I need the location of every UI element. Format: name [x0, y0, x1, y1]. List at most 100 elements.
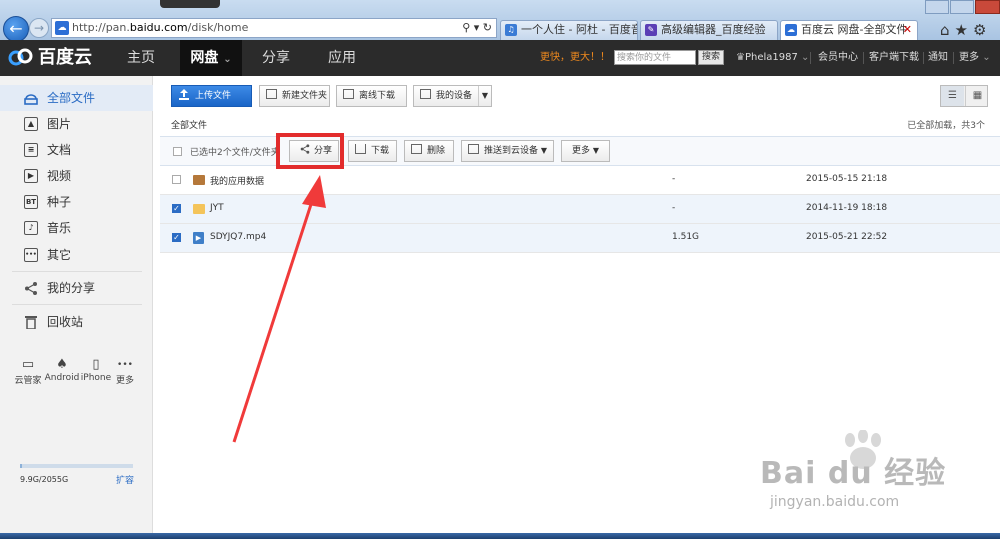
minimize-button[interactable]	[925, 0, 949, 14]
sidebar-item-label: 音乐	[47, 221, 72, 235]
sidebar-item-other[interactable]: ••• 其它	[0, 242, 153, 268]
offline-download-button[interactable]: 离线下载	[336, 85, 407, 107]
annotation-arrow	[232, 175, 326, 443]
torrent-icon: BT	[24, 195, 38, 209]
document-icon: ≡	[24, 143, 38, 157]
search-icon[interactable]: ⚲	[462, 21, 470, 34]
upload-label: 上传文件	[195, 91, 232, 101]
file-size: 1.51G	[672, 232, 700, 242]
breadcrumb[interactable]: 全部文件	[171, 118, 207, 131]
address-tools[interactable]: ⚲ ▾ ↻	[462, 21, 492, 34]
address-bar[interactable]: ☁ http://pan.baidu.com/disk/home ⚲ ▾ ↻	[51, 18, 497, 38]
sidebar-item-label: 我的分享	[47, 281, 96, 295]
android-icon: ♠	[56, 357, 68, 372]
experience-icon: ✎	[645, 24, 657, 36]
more-actions-button[interactable]: 更多 ▼	[561, 140, 610, 162]
member-center-link[interactable]: 会员中心	[818, 40, 858, 76]
delete-button[interactable]: 删除	[404, 140, 454, 162]
music-icon: ♫	[505, 24, 517, 36]
browser-tab-baidu-cloud[interactable]: ☁ 百度云 网盘-全部文件 ✕	[780, 20, 918, 40]
device-more[interactable]: ••• 更多	[107, 356, 143, 386]
browser-tab-experience[interactable]: ✎ 高级编辑器_百度经验	[640, 20, 778, 40]
file-search-input[interactable]: 搜索你的文件	[614, 50, 696, 65]
sidebar-item-label: 种子	[47, 195, 72, 209]
quota-text: 9.9G/2055G	[20, 475, 69, 484]
notifications-link[interactable]: 通知	[928, 40, 948, 76]
chevron-down-icon: ⌄	[801, 52, 810, 63]
music-note-icon: ♪	[24, 221, 38, 235]
home-icon[interactable]: ⌂	[940, 21, 955, 39]
sidebar-item-label: 全部文件	[47, 91, 96, 105]
caret-down-icon[interactable]: ▼	[478, 86, 491, 106]
push-device-icon	[468, 144, 479, 154]
loaded-status: 已全部加载，共3个	[907, 121, 985, 131]
settings-gear-icon[interactable]: ⚙	[973, 21, 991, 39]
push-to-device-button[interactable]: 推送到云设备 ▼	[461, 140, 554, 162]
sidebar-item-label: 其它	[47, 248, 72, 262]
new-folder-icon	[266, 89, 277, 99]
row-checkbox[interactable]: ✓	[172, 204, 181, 213]
refresh-icon[interactable]: ↻	[483, 21, 492, 34]
view-toggle: ☰ ▦	[940, 85, 988, 107]
select-all-checkbox[interactable]	[173, 147, 182, 156]
back-button[interactable]: ←	[3, 16, 29, 42]
upload-button[interactable]: 上传文件	[171, 85, 252, 107]
sidebar-item-all-files[interactable]: 全部文件	[0, 85, 153, 111]
sidebar-item-music[interactable]: ♪ 音乐	[0, 215, 153, 241]
nav-netdisk-label: 网盘	[190, 50, 219, 66]
close-tab-icon[interactable]: ✕	[903, 21, 912, 39]
download-button[interactable]: 下载	[348, 140, 397, 162]
file-date: 2015-05-21 22:52	[806, 232, 888, 242]
device-cloud-manager[interactable]: ▭ 云管家	[10, 356, 46, 386]
browser-tab-music[interactable]: ♫ 一个人住 - 阿杜 - 百度音乐...	[500, 20, 638, 40]
nav-netdisk[interactable]: 网盘 ⌄	[180, 40, 242, 76]
my-devices-button[interactable]: 我的设备 ▼	[413, 85, 492, 107]
download-label: 下载	[371, 146, 390, 156]
more-label: 更多	[959, 52, 979, 63]
app-folder-icon	[193, 175, 205, 185]
more-dots-icon: •••	[117, 360, 133, 370]
divider	[923, 52, 924, 64]
upload-icon	[179, 89, 189, 100]
maximize-button[interactable]	[950, 0, 974, 14]
device-label: 更多	[115, 376, 134, 386]
taskbar	[0, 533, 1000, 539]
new-folder-button[interactable]: 新建文件夹	[259, 85, 330, 107]
address-url: http://pan.baidu.com/disk/home	[72, 21, 249, 34]
search-button[interactable]: 搜索	[698, 50, 724, 65]
sidebar-item-images[interactable]: ▲ 图片	[0, 111, 153, 137]
nav-home[interactable]: 主页	[115, 40, 167, 76]
sidebar-item-documents[interactable]: ≡ 文档	[0, 137, 153, 163]
sidebar-item-my-share[interactable]: 我的分享	[0, 275, 153, 301]
favorites-star-icon[interactable]: ★	[955, 21, 973, 39]
user-menu[interactable]: ♛Phela1987 ⌄	[736, 40, 809, 76]
more-menu[interactable]: 更多 ⌄	[959, 40, 991, 76]
monitor-icon: ▭	[21, 357, 35, 372]
folder-icon	[193, 204, 205, 214]
sidebar-item-recycle-bin[interactable]: 回收站	[0, 309, 153, 335]
client-download-link[interactable]: 客户端下载	[869, 40, 919, 76]
forward-button[interactable]: →	[29, 18, 49, 38]
close-window-button[interactable]	[975, 0, 1000, 14]
device-android[interactable]: ♠ Android	[44, 356, 80, 383]
delete-label: 删除	[427, 146, 446, 156]
logo-text: 百度云	[38, 47, 92, 68]
device-icon	[420, 89, 431, 99]
logo[interactable]: 百度云	[8, 40, 92, 76]
nav-share[interactable]: 分享	[250, 40, 302, 76]
list-view-icon[interactable]: ☰	[941, 86, 964, 106]
file-size: -	[672, 203, 676, 213]
grid-view-icon[interactable]: ▦	[965, 86, 989, 106]
expand-storage-link[interactable]: 扩容	[116, 473, 134, 486]
row-checkbox[interactable]	[172, 175, 181, 184]
nav-apps[interactable]: 应用	[316, 40, 368, 76]
window-caption-bar	[160, 0, 220, 8]
dropdown-icon[interactable]: ▾	[474, 21, 480, 34]
row-checkbox[interactable]: ✓	[172, 233, 181, 242]
sidebar-item-label: 视频	[47, 169, 72, 183]
promo-text[interactable]: 更快，更大！！	[540, 40, 610, 76]
sidebar-item-videos[interactable]: ▶ 视频	[0, 163, 153, 189]
sidebar-item-torrents[interactable]: BT 种子	[0, 189, 153, 215]
device-label: 云管家	[14, 376, 42, 386]
divider	[12, 304, 142, 305]
